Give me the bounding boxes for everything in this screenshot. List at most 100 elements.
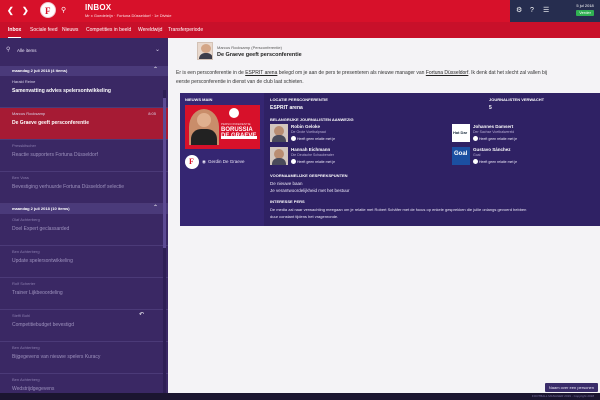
location-label: LOCATIE PERSCONFERENTIE [270,97,328,102]
journalist-name: Johannes Damsert [473,124,514,129]
message-subject: Update spelersontwikkeling [12,258,73,264]
news-image-strip [221,136,257,139]
journalist-entry[interactable]: Gustavo Sánchez Goal Heeft geen relatie … [452,147,592,167]
tab-bar: Inbox Sociale feed Nieuws Competities in… [0,22,600,39]
filter-label: Alle items [17,48,37,53]
date-group-header[interactable]: maandag 2 juli 2018 (10 items) ⌃ [0,204,168,214]
link-icon: ◉ [202,159,206,164]
tab-worldwide[interactable]: Wereldwijd [138,27,162,33]
news-image[interactable]: PERSCONFERENTIE BORUSSIADE GRAEVE [185,105,260,149]
message-subject: Doel Expert geclassarded [12,226,70,232]
menu-icon[interactable]: ☰ [543,6,549,15]
news-image-tag: PERSCONFERENTIE [221,122,251,126]
profile-icon[interactable]: ⚙ [516,6,522,15]
relationship-text: Heeft geen relatie met je [297,160,336,164]
news-label: NIEUWS MAIN [185,97,213,102]
club-logo[interactable] [40,2,56,18]
reply-arrow-icon: ↶ [138,312,144,318]
venue-link[interactable]: ESPRIT arena [245,70,277,76]
journalist-entry[interactable]: Robin Geloke De Grote Voetbalpraat Heeft… [270,124,410,144]
game-date: 5 jul 2018 [576,3,594,8]
page-subtitle: Mr x Goedeleijn · Fortuna Düsseldorf · 1… [85,13,172,18]
message-subject-title: De Graeve geeft persconferentie [217,52,302,58]
message-sender: Rolf Scherter [12,281,36,286]
news-source-label: ◉ Gerdin De Graeve [202,159,244,165]
message-sender: Ben Voss [12,175,29,180]
journalist-outlet: De Grote Voetbalpraat [291,130,326,134]
inbox-message[interactable]: Ben Achterberg Bijgegevens van nieuwe sp… [0,342,168,374]
news-panel: NIEUWS MAIN PERSCONFERENTIE BORUSSIADE G… [180,93,264,226]
relationship-icon [291,136,296,141]
search-icon[interactable]: ⚲ [61,7,66,14]
message-view: Marcus Rocksamp (Persconferentie) De Gra… [168,38,600,400]
back-icon[interactable]: ❮ [7,7,14,15]
page-title: INBOX [85,3,112,12]
manager-photo [189,109,219,145]
sender-avatar [197,42,213,60]
relationship-icon [291,159,296,164]
message-sender: Steffi Bohl [12,313,31,318]
relationship-icon [473,136,478,141]
message-time: 8:05 [148,111,156,116]
relationship-text: Heeft geen relatie met je [479,137,518,141]
journalist-entry[interactable]: Hannah Eichmann Die Deutsche Schauberate… [270,147,410,167]
press-interest-label: INTERESSE PERS [270,199,305,204]
inbox-message-selected[interactable]: Marcus Rocksamp 8:05 De Graeve geeft per… [0,108,168,140]
inbox-message[interactable]: Steffi Bohl ↶ Competitiebudget bevestigd [0,310,168,342]
journalist-name: Gustavo Sánchez [473,147,511,152]
press-interest-text: De media zal naar verwachting meegaan om… [270,207,527,212]
help-icon[interactable]: ? [530,6,534,15]
chevron-up-icon: ⌃ [152,67,158,73]
relationship-status: Heeft geen relatie met je [473,159,517,164]
inbox-message[interactable]: Harald Reine Samenvatting advies spelers… [0,76,168,108]
journalist-outlet: Der Sachse Voetbalwereld [473,130,515,134]
inbox-message[interactable]: Olaf Achterberg Doel Expert geclassarded [0,214,168,246]
continue-button[interactable]: Verder [576,10,594,16]
tab-transfer-window[interactable]: Transferperiode [168,27,203,33]
message-sender: Marcus Rocksamp [12,111,46,116]
press-conference-card: NIEUWS MAIN PERSCONFERENTIE BORUSSIADE G… [180,93,600,226]
inbox-message[interactable]: Ben Achterberg Update spelersontwikkelin… [0,246,168,278]
inbox-message[interactable]: Ben Voss Bevestiging verhuurde Fortuna D… [0,172,168,204]
journalists-count-value: 5 [489,105,492,111]
club-logo [185,155,199,169]
tab-news[interactable]: Nieuws [62,27,78,33]
journalist-photo [452,147,470,165]
filter-icon: ⚲ [6,47,11,53]
relationship-status: Heeft geen relatie met je [291,136,335,141]
news-source[interactable]: ◉Gerdin De Graeve [185,155,263,169]
message-subject: Wedstrijdgegevens [12,386,55,392]
filter-dropdown[interactable]: ⚲ Alle items ⌄ [6,46,160,56]
message-subject: Bijgegevens van nieuwe spelers Kuracy [12,354,101,360]
chevron-down-icon: ⌄ [154,47,160,53]
tab-social-feed[interactable]: Sociale feed [30,27,58,33]
date-group-label: maandag 2 juli 2018 (10 items) [12,206,70,211]
forward-icon[interactable]: ❯ [22,7,29,15]
relationship-status: Heeft geen relatie met je [473,136,517,141]
journalist-outlet: Die Deutsche Schauberater [291,153,334,157]
message-subject: Reactie supporters Fortuna Düsseldorf [12,152,98,158]
journalists-count-label: JOURNALISTEN VERWACHT [489,97,545,102]
club-crest-icon [229,108,239,118]
club-link[interactable]: Fortuna Düsseldorf [426,70,469,76]
location-value: ESPRIT arena [270,105,303,111]
inbox-message[interactable]: Rolf Scherter Trainer Lijkbeoordeling [0,278,168,310]
questions-label: VOORNAAMELIJKE GESPREKSPUNTEN [270,173,348,178]
message-sender: Ben Achterberg [12,377,40,382]
news-source-text: Gerdin De Graeve [207,159,245,164]
date-group-header[interactable]: maandag 2 juli 2018 (4 items) ⌃ [0,66,168,76]
date-continue-block[interactable]: 5 jul 2018 Verder [576,3,594,16]
journalist-name: Robin Geloke [291,124,321,129]
sidebar-scrollbar-thumb[interactable] [163,98,166,248]
journalists-label: BELANGRIJKE JOURNALISTEN AANWEZIG [270,117,354,122]
tab-competitions[interactable]: Competities in beeld [86,27,131,33]
message-subject: Competitiebudget bevestigd [12,322,74,328]
press-interest-text-2: duur constant tijdens het vragenronde. [270,214,339,219]
more-options-button[interactable]: Naam over een personen [544,383,598,392]
top-header: ❮ ❯ ⚲ INBOX Mr x Goedeleijn · Fortuna Dü… [0,0,600,22]
inbox-message[interactable]: Presskitscher Reactie supporters Fortuna… [0,140,168,172]
tab-inbox[interactable]: Inbox [8,27,22,39]
journalist-photo [270,124,288,142]
question-item: Je verantwoordelijkheid met het bestuur [270,188,350,193]
journalist-entry[interactable]: Johannes Damsert Der Sachse Voetbalwerel… [452,124,592,144]
